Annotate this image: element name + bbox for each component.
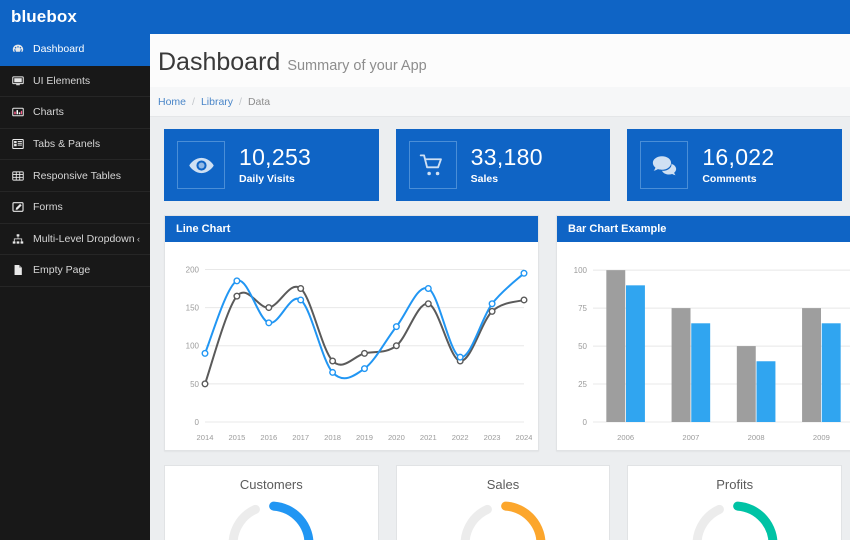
stat-label: Daily Visits xyxy=(239,172,295,185)
stat-label: Sales xyxy=(470,172,499,185)
sidebar-item-charts[interactable]: Charts xyxy=(0,97,150,129)
chart-bar-icon xyxy=(12,106,29,118)
svg-text:2015: 2015 xyxy=(228,433,245,442)
sidebar-item-label: Dashboard xyxy=(33,43,85,56)
breadcrumb-separator: / xyxy=(239,95,242,108)
donut-card-title: Profits xyxy=(716,477,754,492)
svg-text:2023: 2023 xyxy=(484,433,501,442)
sidebar-item-label: Empty Page xyxy=(33,264,91,277)
grid-panels-icon xyxy=(12,138,29,150)
svg-text:75: 75 xyxy=(578,304,587,313)
file-icon xyxy=(12,264,29,276)
desktop-icon xyxy=(12,75,29,87)
page-subtitle: Summary of your App xyxy=(287,58,427,74)
stat-value: 16,022 xyxy=(702,144,775,171)
svg-text:0: 0 xyxy=(195,418,200,427)
stat-label: Comments xyxy=(702,172,757,185)
sidebar-item-label: Forms xyxy=(33,201,63,214)
svg-text:100: 100 xyxy=(186,342,200,351)
svg-text:2008: 2008 xyxy=(748,433,765,442)
breadcrumb: Home / Library / Data xyxy=(150,87,850,117)
svg-text:2006: 2006 xyxy=(617,433,634,442)
svg-text:2019: 2019 xyxy=(356,433,373,442)
sidebar-nav: Dashboard UI Elements Charts Tabs & Panels R… xyxy=(0,34,150,540)
sidebar-item-label: Charts xyxy=(33,106,64,119)
shopping-cart-icon xyxy=(408,141,457,189)
svg-text:2016: 2016 xyxy=(260,433,277,442)
line-chart-canvas: 0 50 100 150 200 2014 2015 2016 2017 2018 2019 2020… xyxy=(165,242,538,450)
main-content: Dashboard Summary of your App Home / Libra… xyxy=(150,34,850,540)
bar-chart-panel: Bar Chart Example 0 25 50 75 100 2006 2007 2008… xyxy=(556,215,850,451)
stat-card-daily-visits[interactable]: 10,253 Daily Visits xyxy=(164,129,379,201)
stat-card-row: 10,253 Daily Visits 33,180 Sales 16,022 Comme… xyxy=(164,129,843,201)
chart-panel-row: Line Chart 0 50 100 150 200 2014 2015 2016 2017 2… xyxy=(164,215,850,451)
table-icon xyxy=(12,170,29,182)
stat-value: 33,180 xyxy=(470,144,543,171)
donut-card-customers: Customers xyxy=(164,465,379,540)
breadcrumb-item-home[interactable]: Home xyxy=(158,96,186,108)
sidebar-item-tabs-panels[interactable]: Tabs & Panels xyxy=(0,129,150,161)
svg-text:2017: 2017 xyxy=(292,433,309,442)
breadcrumb-item-library[interactable]: Library xyxy=(201,96,233,108)
svg-text:100: 100 xyxy=(574,266,588,275)
svg-text:50: 50 xyxy=(190,380,199,389)
sidebar-item-label: Responsive Tables xyxy=(33,169,121,182)
sidebar-item-ui-elements[interactable]: UI Elements xyxy=(0,66,150,98)
svg-text:200: 200 xyxy=(186,265,200,274)
donut-card-profits: Profits xyxy=(627,465,843,540)
edit-pencil-icon xyxy=(12,201,29,213)
svg-text:2007: 2007 xyxy=(682,433,699,442)
brand-logo[interactable]: bluebox xyxy=(0,7,77,27)
stat-card-text: 33,180 Sales xyxy=(471,145,543,184)
donut-card-title: Customers xyxy=(239,477,303,492)
bar-chart-canvas: 0 25 50 75 100 2006 2007 2008 2009 xyxy=(557,242,850,450)
stat-card-sales[interactable]: 33,180 Sales xyxy=(395,129,611,201)
breadcrumb-separator: / xyxy=(192,95,195,108)
top-header-bar: bluebox xyxy=(0,0,850,34)
donut-card-title: Sales xyxy=(486,477,520,492)
sidebar-item-responsive-tables[interactable]: Responsive Tables xyxy=(0,160,150,192)
donut-card-row: Customers Sales Profits xyxy=(164,465,843,540)
breadcrumb-item-data: Data xyxy=(247,95,271,108)
donut-chart xyxy=(397,498,610,540)
comments-icon xyxy=(640,141,689,189)
stat-card-comments[interactable]: 16,022 Comments xyxy=(627,129,843,201)
sidebar-item-forms[interactable]: Forms xyxy=(0,192,150,224)
page-title: Dashboard xyxy=(158,48,281,76)
sidebar-item-dashboard[interactable]: Dashboard xyxy=(0,34,150,66)
sitemap-icon xyxy=(12,233,29,245)
sidebar-item-multi-level-dropdown[interactable]: Multi-Level Dropdown ‹ xyxy=(0,224,150,256)
svg-text:25: 25 xyxy=(578,380,587,389)
svg-text:0: 0 xyxy=(583,418,588,427)
svg-text:2024: 2024 xyxy=(516,433,532,442)
svg-text:2014: 2014 xyxy=(197,433,214,442)
stat-value: 10,253 xyxy=(239,144,312,171)
svg-text:2018: 2018 xyxy=(324,433,341,442)
svg-text:2022: 2022 xyxy=(452,433,469,442)
page-header: Dashboard Summary of your App xyxy=(150,34,850,87)
eye-icon xyxy=(177,141,225,189)
sidebar-item-label: Tabs & Panels xyxy=(33,138,101,151)
line-chart-panel-title: Line Chart xyxy=(165,216,538,242)
line-chart-panel: Line Chart 0 50 100 150 200 2014 2015 2016 2017 2… xyxy=(164,215,539,451)
dashboard-icon xyxy=(12,43,29,55)
svg-text:2021: 2021 xyxy=(420,433,437,442)
svg-text:2020: 2020 xyxy=(388,433,405,442)
dashboard-content: 10,253 Daily Visits 33,180 Sales 16,022 Comme… xyxy=(150,117,850,540)
sidebar-item-label: UI Elements xyxy=(33,74,91,87)
donut-chart xyxy=(628,498,841,540)
svg-text:50: 50 xyxy=(578,342,587,351)
svg-text:150: 150 xyxy=(186,304,200,313)
sidebar-item-empty-page[interactable]: Empty Page xyxy=(0,255,150,287)
chevron-left-icon[interactable]: ‹ xyxy=(137,234,140,244)
donut-chart xyxy=(165,498,378,540)
bar-chart-panel-title: Bar Chart Example xyxy=(557,216,850,242)
stat-card-text: 10,253 Daily Visits xyxy=(239,145,311,184)
svg-text:2009: 2009 xyxy=(813,433,830,442)
donut-card-sales: Sales xyxy=(395,465,611,540)
stat-card-text: 16,022 Comments xyxy=(702,145,774,184)
sidebar-item-label: Multi-Level Dropdown xyxy=(33,232,135,245)
